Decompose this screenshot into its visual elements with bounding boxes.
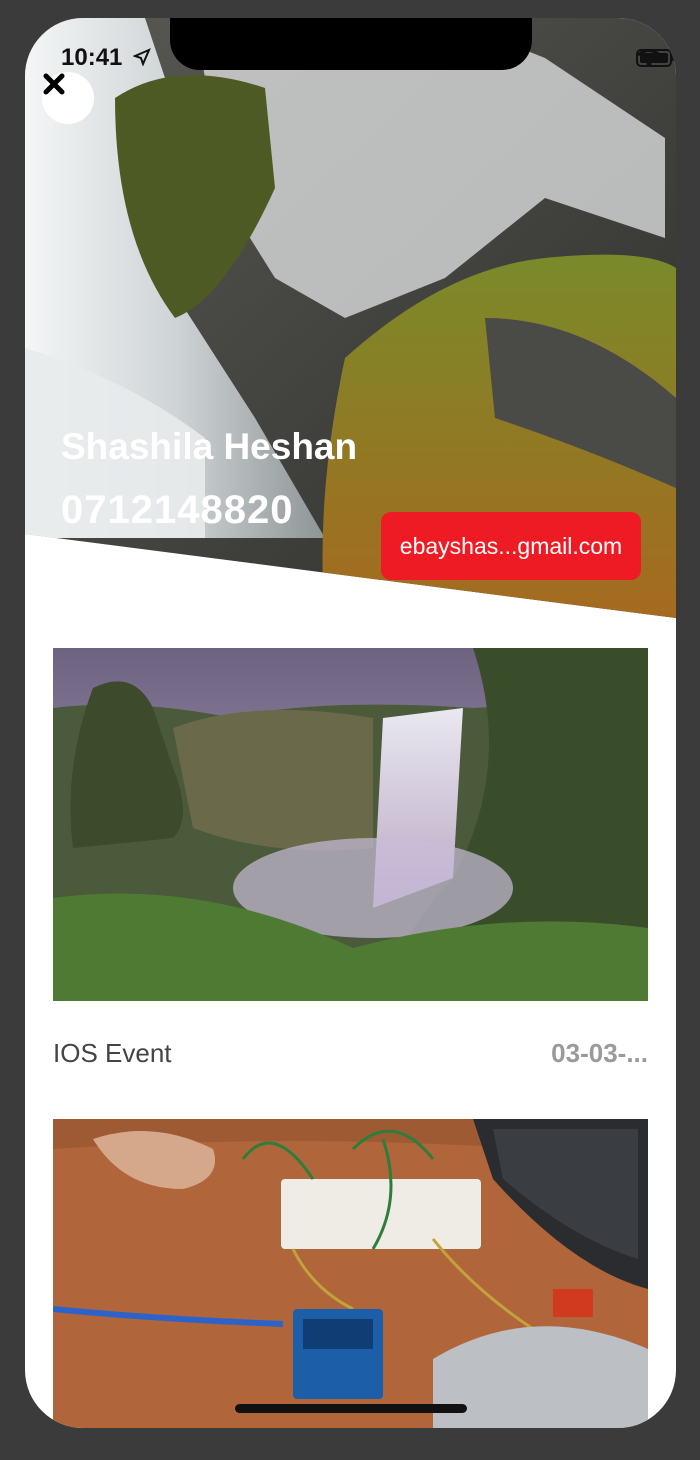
event-date: 03-03-... [551, 1038, 648, 1068]
event-image[interactable] [53, 1119, 648, 1428]
event-title: IOS Event [53, 1038, 172, 1068]
home-indicator[interactable] [235, 1404, 467, 1413]
arduino-photo [53, 1119, 648, 1428]
close-button[interactable] [42, 72, 94, 124]
device-frame: 10:41 Shashila Heshan 0712148820 ebaysha… [0, 0, 700, 1460]
profile-phone: 0712148820 [61, 488, 294, 532]
waterfall-photo [53, 648, 648, 1001]
email-button[interactable]: ebayshas...gmail.com [381, 512, 641, 580]
status-time: 10:41 [61, 44, 123, 71]
screen: 10:41 Shashila Heshan 0712148820 ebaysha… [25, 18, 676, 1428]
event-image[interactable] [53, 648, 648, 1001]
profile-name: Shashila Heshan [61, 426, 358, 467]
device-notch [170, 18, 532, 70]
